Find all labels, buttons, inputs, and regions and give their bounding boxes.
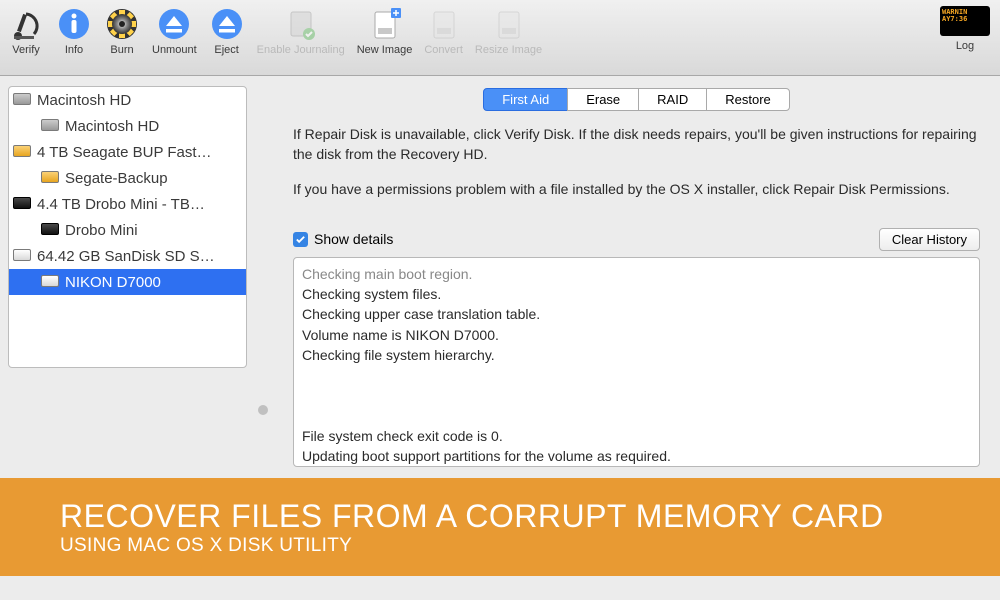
disk-row[interactable]: Macintosh HD xyxy=(9,87,246,113)
resize-label: Resize Image xyxy=(475,44,542,56)
burn-label: Burn xyxy=(110,44,133,56)
tab-raid[interactable]: RAID xyxy=(638,88,707,111)
log-line xyxy=(302,386,971,406)
show-details-checkbox[interactable]: Show details xyxy=(293,231,393,247)
unmount-label: Unmount xyxy=(152,44,197,56)
log-line: Checking main boot region. xyxy=(302,264,971,284)
eject-label: Eject xyxy=(214,44,238,56)
journal-icon xyxy=(283,6,319,42)
tab-erase[interactable]: Erase xyxy=(567,88,639,111)
disk-label: 4.4 TB Drobo Mini - TB… xyxy=(37,196,205,213)
disk-row[interactable]: Drobo Mini xyxy=(9,217,246,243)
disk-label: NIKON D7000 xyxy=(65,274,161,291)
tab-first-aid[interactable]: First Aid xyxy=(483,88,568,111)
journal-label: Enable Journaling xyxy=(257,44,345,56)
log-button[interactable]: WARNIN AY7:36 Log xyxy=(940,6,990,52)
banner-subtitle: USING MAC OS X DISK UTILITY xyxy=(60,535,884,557)
drive-icon xyxy=(41,222,61,238)
convert-icon xyxy=(426,6,462,42)
convert-label: Convert xyxy=(424,44,463,56)
disk-row[interactable]: NIKON D7000 xyxy=(9,269,246,295)
unmount-button[interactable]: Unmount xyxy=(152,4,197,56)
new-image-icon xyxy=(367,6,403,42)
controls-row: Show details Clear History xyxy=(285,220,988,257)
disk-label: 4 TB Seagate BUP Fast… xyxy=(37,144,212,161)
info-button[interactable]: Info xyxy=(56,4,92,56)
disk-row[interactable]: 4 TB Seagate BUP Fast… xyxy=(9,139,246,165)
eject-icon xyxy=(209,6,245,42)
log-label: Log xyxy=(956,40,974,52)
log-output[interactable]: Checking main boot region.Checking syste… xyxy=(293,257,980,467)
disk-label: 64.42 GB SanDisk SD S… xyxy=(37,248,215,265)
log-line: Checking file system hierarchy. xyxy=(302,345,971,365)
journaling-button: Enable Journaling xyxy=(257,4,345,56)
log-line: Volume name is NIKON D7000. xyxy=(302,325,971,345)
drive-icon xyxy=(13,144,33,160)
log-line: Checking upper case translation table. xyxy=(302,304,971,324)
log-line: File system check exit code is 0. xyxy=(302,426,971,446)
newimage-label: New Image xyxy=(357,44,413,56)
log-line: Updating boot support partitions for the… xyxy=(302,446,971,466)
burn-button[interactable]: Burn xyxy=(104,4,140,56)
disk-row[interactable]: Segate-Backup xyxy=(9,165,246,191)
resize-button: Resize Image xyxy=(475,4,542,56)
info-label: Info xyxy=(65,44,83,56)
clear-history-button[interactable]: Clear History xyxy=(879,228,980,251)
disk-row[interactable]: Macintosh HD xyxy=(9,113,246,139)
drive-icon xyxy=(13,248,33,264)
banner-title: RECOVER FILES FROM A CORRUPT MEMORY CARD xyxy=(60,498,884,535)
log-line: Checking system files. xyxy=(302,284,971,304)
detail-text: If Repair Disk is unavailable, click Ver… xyxy=(285,125,988,200)
log-line xyxy=(302,406,971,426)
eject-button[interactable]: Eject xyxy=(209,4,245,56)
toolbar: Verify Info Burn Unmount xyxy=(0,0,1000,76)
drive-icon xyxy=(41,274,61,290)
banner-overlay: RECOVER FILES FROM A CORRUPT MEMORY CARD… xyxy=(0,478,1000,576)
drive-icon xyxy=(41,170,61,186)
log-icon: WARNIN AY7:36 xyxy=(940,6,990,36)
checkbox-icon xyxy=(293,232,308,247)
convert-button: Convert xyxy=(424,4,463,56)
tab-restore[interactable]: Restore xyxy=(706,88,790,111)
drive-icon xyxy=(13,196,33,212)
tab-bar: First AidEraseRAIDRestore xyxy=(285,88,988,111)
unmount-icon xyxy=(156,6,192,42)
disk-label: Macintosh HD xyxy=(37,92,131,109)
detail-para2: If you have a permissions problem with a… xyxy=(293,180,980,200)
verify-button[interactable]: Verify xyxy=(8,4,44,56)
detail-para1: If Repair Disk is unavailable, click Ver… xyxy=(293,125,980,164)
disk-label: Segate-Backup xyxy=(65,170,168,187)
disk-list[interactable]: Macintosh HD Macintosh HD 4 TB Seagate BUP… xyxy=(8,86,247,368)
verify-label: Verify xyxy=(12,44,40,56)
drive-icon xyxy=(13,92,33,108)
disk-row[interactable]: 64.42 GB SanDisk SD S… xyxy=(9,243,246,269)
microscope-icon xyxy=(8,6,44,42)
burn-icon xyxy=(104,6,140,42)
disk-label: Macintosh HD xyxy=(65,118,159,135)
new-image-button[interactable]: New Image xyxy=(357,4,413,56)
log-line xyxy=(302,365,971,385)
info-icon xyxy=(56,6,92,42)
drive-icon xyxy=(41,118,61,134)
show-details-label: Show details xyxy=(314,231,393,247)
resize-icon xyxy=(491,6,527,42)
disk-label: Drobo Mini xyxy=(65,222,138,239)
disk-row[interactable]: 4.4 TB Drobo Mini - TB… xyxy=(9,191,246,217)
